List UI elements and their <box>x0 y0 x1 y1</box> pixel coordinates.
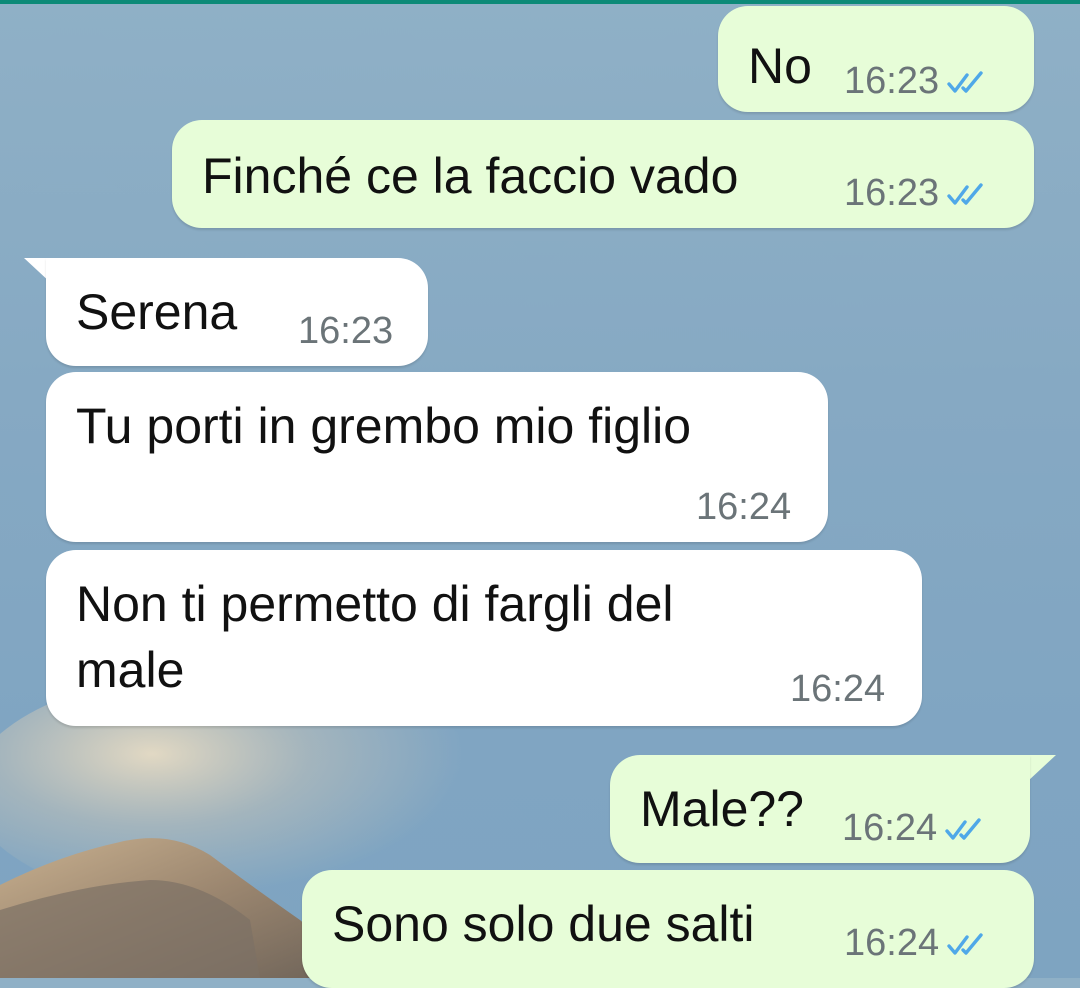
message-bubble-outgoing[interactable]: Finché ce la faccio vado 16:23 <box>172 120 1034 228</box>
message-meta: 16:24 <box>696 486 791 529</box>
message-bubble-outgoing[interactable]: Male?? 16:24 <box>610 755 1030 863</box>
message-text: Finché ce la faccio vado <box>202 148 739 204</box>
message-text: Tu porti in grembo mio figlio <box>76 398 692 454</box>
message-meta: 16:24 <box>844 922 991 965</box>
double-check-icon <box>947 70 983 93</box>
message-text: Male?? <box>640 781 804 837</box>
double-check-icon <box>945 817 981 840</box>
message-timestamp: 16:24 <box>844 922 940 964</box>
message-meta: 16:24 <box>790 668 885 711</box>
message-text: Non ti permetto di fargli del <box>76 576 674 632</box>
message-timestamp: 16:23 <box>298 310 394 352</box>
message-meta: 16:23 <box>844 60 991 103</box>
message-bubble-outgoing[interactable]: No 16:23 <box>718 6 1034 112</box>
message-text: Sono solo due salti <box>332 896 755 952</box>
message-timestamp: 16:24 <box>790 668 886 710</box>
app-bar-edge <box>0 0 1080 4</box>
message-timestamp: 16:23 <box>844 172 940 214</box>
message-text: Serena <box>76 284 238 340</box>
message-timestamp: 16:24 <box>842 807 938 849</box>
message-meta: 16:23 <box>844 172 991 215</box>
message-timestamp: 16:24 <box>696 486 792 528</box>
message-bubble-outgoing[interactable]: Sono solo due salti 16:24 <box>302 870 1034 988</box>
message-meta: 16:23 <box>298 310 393 353</box>
message-bubble-incoming[interactable]: Non ti permetto di fargli del male 16:24 <box>46 550 922 726</box>
double-check-icon <box>947 182 983 205</box>
double-check-icon <box>947 932 983 955</box>
message-bubble-incoming[interactable]: Tu porti in grembo mio figlio 16:24 <box>46 372 828 542</box>
message-text: No <box>748 38 812 94</box>
message-bubble-incoming[interactable]: Serena 16:23 <box>46 258 428 366</box>
bubble-tail <box>1028 755 1056 781</box>
message-text: male <box>76 642 185 698</box>
message-meta: 16:24 <box>842 807 989 850</box>
message-timestamp: 16:23 <box>844 60 940 102</box>
